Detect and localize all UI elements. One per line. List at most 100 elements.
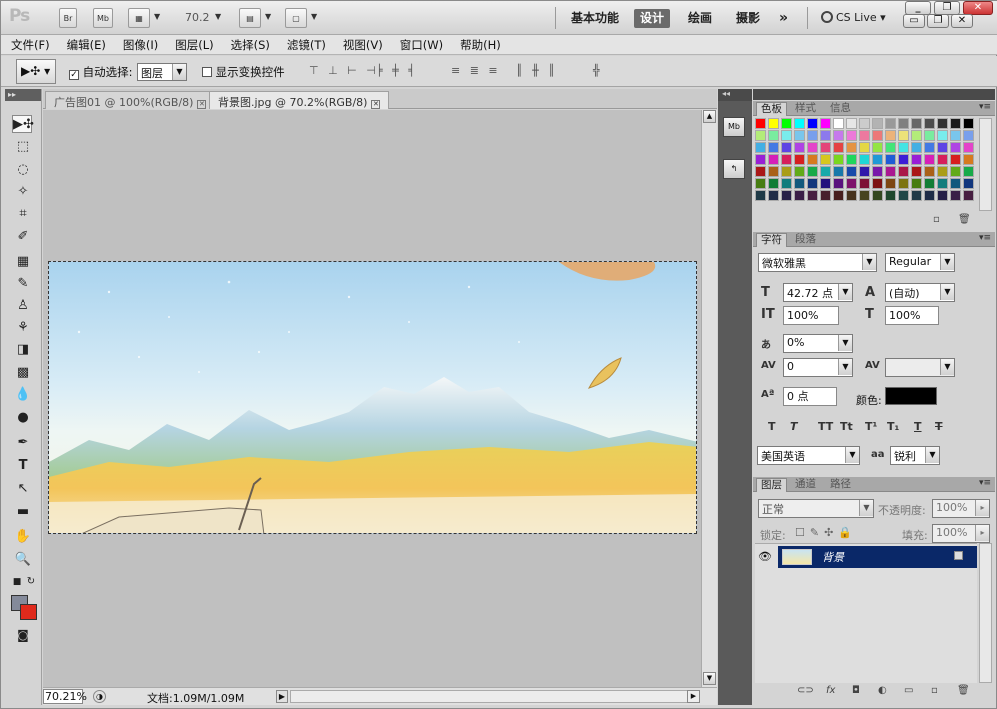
tracking-input[interactable]: ▼	[885, 358, 955, 377]
color-swatch[interactable]	[781, 154, 792, 165]
color-swatch[interactable]	[794, 154, 805, 165]
color-swatch[interactable]	[755, 166, 766, 177]
color-swatch[interactable]	[950, 118, 961, 129]
swatches-scrollbar[interactable]	[979, 118, 992, 211]
faux-italic-button[interactable]: T	[790, 420, 798, 433]
color-swatch[interactable]	[846, 154, 857, 165]
color-swatch[interactable]	[755, 154, 766, 165]
strip-expand-icon[interactable]: ◂◂	[718, 89, 752, 101]
gradient-tool-icon[interactable]: ▩	[13, 364, 33, 382]
color-swatch[interactable]	[911, 190, 922, 201]
opacity-input[interactable]: 100% ▸	[932, 499, 990, 518]
color-swatch[interactable]	[820, 154, 831, 165]
link-layers-icon[interactable]: ⊂⊃	[797, 685, 814, 696]
color-swatch[interactable]	[885, 142, 896, 153]
color-swatch[interactable]	[924, 142, 935, 153]
color-swatch[interactable]	[833, 142, 844, 153]
leading-input[interactable]: (自动) ▼	[885, 283, 955, 302]
color-swatch[interactable]	[859, 130, 870, 141]
color-swatch[interactable]	[911, 154, 922, 165]
color-swatch[interactable]	[794, 118, 805, 129]
screen-mode-button[interactable]: ▢	[285, 8, 307, 28]
align-buttons-2[interactable]: ╞ ╪ ╡	[376, 64, 418, 77]
delete-swatch-icon[interactable]: 🗑	[958, 214, 971, 225]
tab-paths[interactable]: 路径	[826, 478, 855, 492]
quick-select-tool-icon[interactable]: ✧	[13, 183, 33, 201]
color-swatch[interactable]	[963, 118, 974, 129]
color-swatch[interactable]	[781, 142, 792, 153]
align-buttons[interactable]: ⊤ ⊥ ⊢ ⊣	[309, 64, 379, 77]
color-swatch[interactable]	[950, 154, 961, 165]
color-swatch[interactable]	[924, 154, 935, 165]
color-swatch[interactable]	[885, 154, 896, 165]
blur-tool-icon[interactable]: 💧	[13, 386, 33, 404]
color-swatch[interactable]	[898, 118, 909, 129]
baseline-shift-input[interactable]: 0 点	[783, 387, 837, 406]
color-swatch[interactable]	[911, 142, 922, 153]
eye-icon[interactable]: 👁	[758, 550, 772, 564]
color-swatch[interactable]	[937, 130, 948, 141]
tab-paragraph[interactable]: 段落	[791, 233, 820, 247]
color-swatch[interactable]	[872, 166, 883, 177]
color-swatch[interactable]	[794, 166, 805, 177]
arrange-documents-button[interactable]: ▤	[239, 8, 261, 28]
color-swatch[interactable]	[768, 130, 779, 141]
color-swatch[interactable]	[807, 190, 818, 201]
menu-edit[interactable]: 编辑(E)	[67, 37, 106, 53]
color-swatch[interactable]	[859, 166, 870, 177]
restore-button[interactable]: ❐	[934, 1, 960, 15]
status-info-icon[interactable]: ◑	[93, 690, 106, 703]
color-swatch[interactable]	[937, 154, 948, 165]
vertical-scale-input[interactable]: 100%	[783, 306, 839, 325]
color-swatch[interactable]	[963, 142, 974, 153]
path-selection-tool-icon[interactable]: ↖	[13, 480, 33, 498]
tab-styles[interactable]: 样式	[791, 102, 820, 116]
doc-minimize-button[interactable]: ▭	[903, 14, 925, 28]
zoom-tool-icon[interactable]: 🔍	[13, 551, 33, 569]
menu-file[interactable]: 文件(F)	[11, 37, 50, 53]
color-swatch[interactable]	[755, 118, 766, 129]
color-swatch[interactable]	[885, 130, 896, 141]
panel-menu-icon[interactable]: ▾≡	[979, 102, 991, 112]
color-swatch[interactable]	[872, 118, 883, 129]
marquee-tool-icon[interactable]: ⬚	[13, 138, 33, 156]
color-swatch[interactable]	[846, 130, 857, 141]
screen-mode-chevron-down-icon[interactable]: ▼	[311, 12, 317, 21]
menu-view[interactable]: 视图(V)	[343, 37, 383, 53]
color-swatch[interactable]	[937, 166, 948, 177]
color-swatch[interactable]	[911, 118, 922, 129]
color-swatch[interactable]	[859, 154, 870, 165]
clone-stamp-tool-icon[interactable]: ♙	[13, 297, 33, 315]
color-swatch[interactable]	[820, 130, 831, 141]
layer-style-fx-icon[interactable]: fx	[826, 685, 835, 696]
scroll-up-icon[interactable]: ▲	[703, 110, 716, 123]
tab-channels[interactable]: 通道	[791, 478, 820, 492]
background-color-swatch[interactable]	[20, 604, 37, 620]
history-brush-tool-icon[interactable]: ⚘	[13, 319, 33, 337]
color-swatch[interactable]	[950, 142, 961, 153]
color-swatch[interactable]	[820, 166, 831, 177]
color-swatch[interactable]	[755, 142, 766, 153]
workspace-design[interactable]: 设计	[634, 9, 671, 28]
color-swatch[interactable]	[768, 178, 779, 189]
color-swatch[interactable]	[950, 190, 961, 201]
color-swatch[interactable]	[924, 190, 935, 201]
color-swatch[interactable]	[755, 178, 766, 189]
move-tool-icon[interactable]: ▶✣	[12, 115, 34, 133]
fill-input[interactable]: 100% ▸	[932, 524, 990, 543]
color-swatch[interactable]	[755, 190, 766, 201]
minimize-button[interactable]: _	[905, 1, 931, 15]
color-swatch[interactable]	[768, 190, 779, 201]
all-caps-button[interactable]: TT	[818, 420, 833, 433]
workspace-more-button[interactable]: »	[773, 9, 794, 28]
quick-mask-icon[interactable]: ◙	[13, 626, 33, 644]
lasso-tool-icon[interactable]: ◌	[13, 161, 33, 179]
color-swatch[interactable]	[924, 166, 935, 177]
show-transform-option[interactable]: 显示变换控件	[202, 64, 285, 80]
menu-layer[interactable]: 图层(L)	[175, 37, 213, 53]
color-swatch[interactable]	[898, 154, 909, 165]
color-swatch[interactable]	[781, 118, 792, 129]
font-family-select[interactable]: 微软雅黑 ▼	[758, 253, 877, 272]
hand-tool-icon[interactable]: ✋	[13, 528, 33, 546]
mini-bridge-button[interactable]: Mb	[93, 8, 113, 28]
